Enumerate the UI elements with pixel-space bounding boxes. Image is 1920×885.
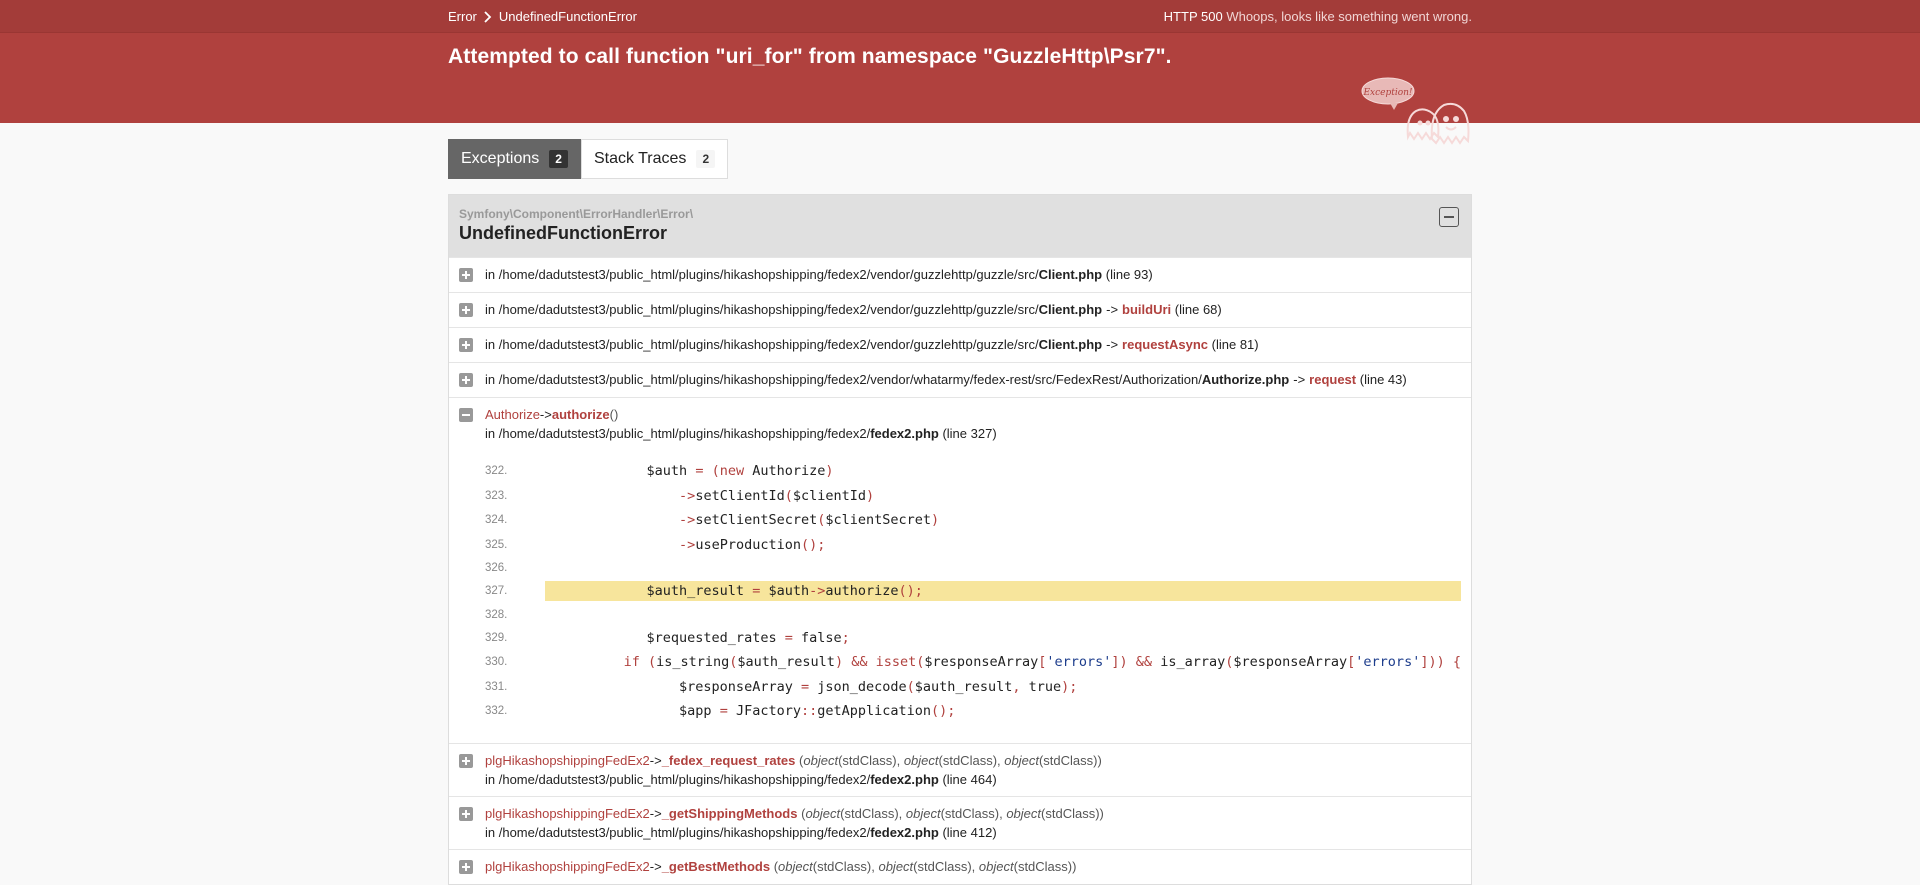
tab-stack-traces-count: 2 bbox=[696, 150, 716, 168]
tab-stack-traces-label: Stack Traces bbox=[593, 150, 687, 167]
code-line: 324. ->setClientSecret($clientSecret) bbox=[485, 512, 940, 529]
exception-ghost-icon: Exception! bbox=[1361, 77, 1470, 145]
breadcrumb: Error UndefinedFunctionError bbox=[448, 9, 637, 24]
expand-icon[interactable] bbox=[459, 859, 473, 874]
exception-header: Symfony\Component\ErrorHandler\Error\ Un… bbox=[449, 195, 1471, 257]
tab-exceptions-label: Exceptions bbox=[461, 150, 540, 167]
error-header: Error UndefinedFunctionError HTTP 500 Wh… bbox=[0, 0, 1920, 145]
trace-call: Authorize->authorize() bbox=[485, 407, 619, 422]
trace-call: plgHikashopshippingFedEx2->_getBestMetho… bbox=[485, 858, 1077, 874]
exception-namespace: Symfony\Component\ErrorHandler\Error\ bbox=[459, 207, 694, 221]
code-line: 330. if (is_string($auth_result) && isse… bbox=[485, 654, 1461, 671]
breadcrumb-current: UndefinedFunctionError bbox=[498, 9, 637, 24]
code-line: 323. ->setClientId($clientId) bbox=[485, 487, 875, 504]
trace-item[interactable]: plgHikashopshippingFedEx2->_fedex_reques… bbox=[449, 742, 1471, 796]
exception-message: Attempted to call function "uri_for" fro… bbox=[448, 45, 1172, 68]
trace-item-expanded[interactable]: Authorize->authorize() in /home/dadutste… bbox=[449, 397, 1471, 743]
trace-item[interactable]: in /home/dadutstest3/public_html/plugins… bbox=[449, 292, 1471, 327]
code-line-highlighted: 327. $auth_result = $auth->authorize(); bbox=[485, 579, 1461, 604]
expand-icon[interactable] bbox=[459, 373, 473, 387]
exception-class: UndefinedFunctionError bbox=[459, 223, 667, 243]
tab-bar: Exceptions 2 Stack Traces 2 bbox=[448, 139, 1472, 179]
trace-item[interactable]: in /home/dadutstest3/public_html/plugins… bbox=[449, 362, 1471, 397]
status-code: HTTP 500 bbox=[1163, 9, 1223, 24]
header-top-bar: Error UndefinedFunctionError HTTP 500 Wh… bbox=[0, 0, 1920, 33]
tab-stack-traces[interactable]: Stack Traces 2 bbox=[580, 139, 729, 179]
tab-exceptions[interactable]: Exceptions 2 bbox=[448, 139, 581, 179]
trace-file: in /home/dadutstest3/public_html/plugins… bbox=[485, 824, 997, 840]
trace-item[interactable]: in /home/dadutstest3/public_html/plugins… bbox=[449, 327, 1471, 362]
ghost-bubble-text: Exception! bbox=[1362, 88, 1412, 98]
trace-file: in /home/dadutstest3/public_html/plugins… bbox=[485, 771, 997, 787]
status-text: HTTP 500 Whoops, looks like something we… bbox=[1164, 9, 1472, 24]
code-line: 329. $requested_rates = false; bbox=[485, 629, 850, 646]
breadcrumb-root[interactable]: Error bbox=[448, 9, 477, 24]
trace-call: plgHikashopshippingFedEx2->_fedex_reques… bbox=[485, 752, 1102, 768]
expand-icon[interactable] bbox=[459, 268, 473, 282]
tab-exceptions-count: 2 bbox=[549, 150, 568, 168]
code-line: 331. $responseArray = json_decode($auth_… bbox=[485, 678, 1078, 695]
exception-panel: Symfony\Component\ErrorHandler\Error\ Un… bbox=[448, 194, 1472, 885]
chevron-right-icon bbox=[484, 10, 492, 23]
trace-file: in /home/dadutstest3/public_html/plugins… bbox=[485, 302, 1222, 317]
collapse-icon[interactable] bbox=[1439, 207, 1459, 227]
expand-icon[interactable] bbox=[459, 303, 473, 317]
code-line: 325. ->useProduction(); bbox=[485, 536, 826, 553]
trace-item[interactable]: plgHikashopshippingFedEx2->_getBestMetho… bbox=[449, 848, 1471, 884]
collapse-icon[interactable] bbox=[459, 408, 473, 422]
trace-item[interactable]: in /home/dadutstest3/public_html/plugins… bbox=[449, 257, 1471, 292]
trace-file: in /home/dadutstest3/public_html/plugins… bbox=[485, 372, 1407, 387]
expand-icon[interactable] bbox=[459, 806, 473, 821]
trace-file: in /home/dadutstest3/public_html/plugins… bbox=[485, 337, 1259, 352]
code-line: 332. $app = JFactory::getApplication(); bbox=[485, 703, 956, 720]
code-line: 322. $auth = (new Authorize) bbox=[485, 463, 834, 480]
status-message: Whoops, looks like something went wrong. bbox=[1226, 9, 1472, 24]
trace-call: plgHikashopshippingFedEx2->_getShippingM… bbox=[485, 805, 1104, 821]
trace-item[interactable]: plgHikashopshippingFedEx2->_getShippingM… bbox=[449, 795, 1471, 849]
expand-icon[interactable] bbox=[459, 753, 473, 768]
code-snippet: 322. $auth = (new Authorize) 323. ->setC… bbox=[485, 459, 1461, 724]
trace-file: in /home/dadutstest3/public_html/plugins… bbox=[485, 267, 1153, 282]
code-line: 328. bbox=[485, 608, 508, 621]
expand-icon[interactable] bbox=[459, 338, 473, 352]
trace-file: in /home/dadutstest3/public_html/plugins… bbox=[485, 426, 997, 441]
code-line: 326. bbox=[485, 562, 508, 574]
